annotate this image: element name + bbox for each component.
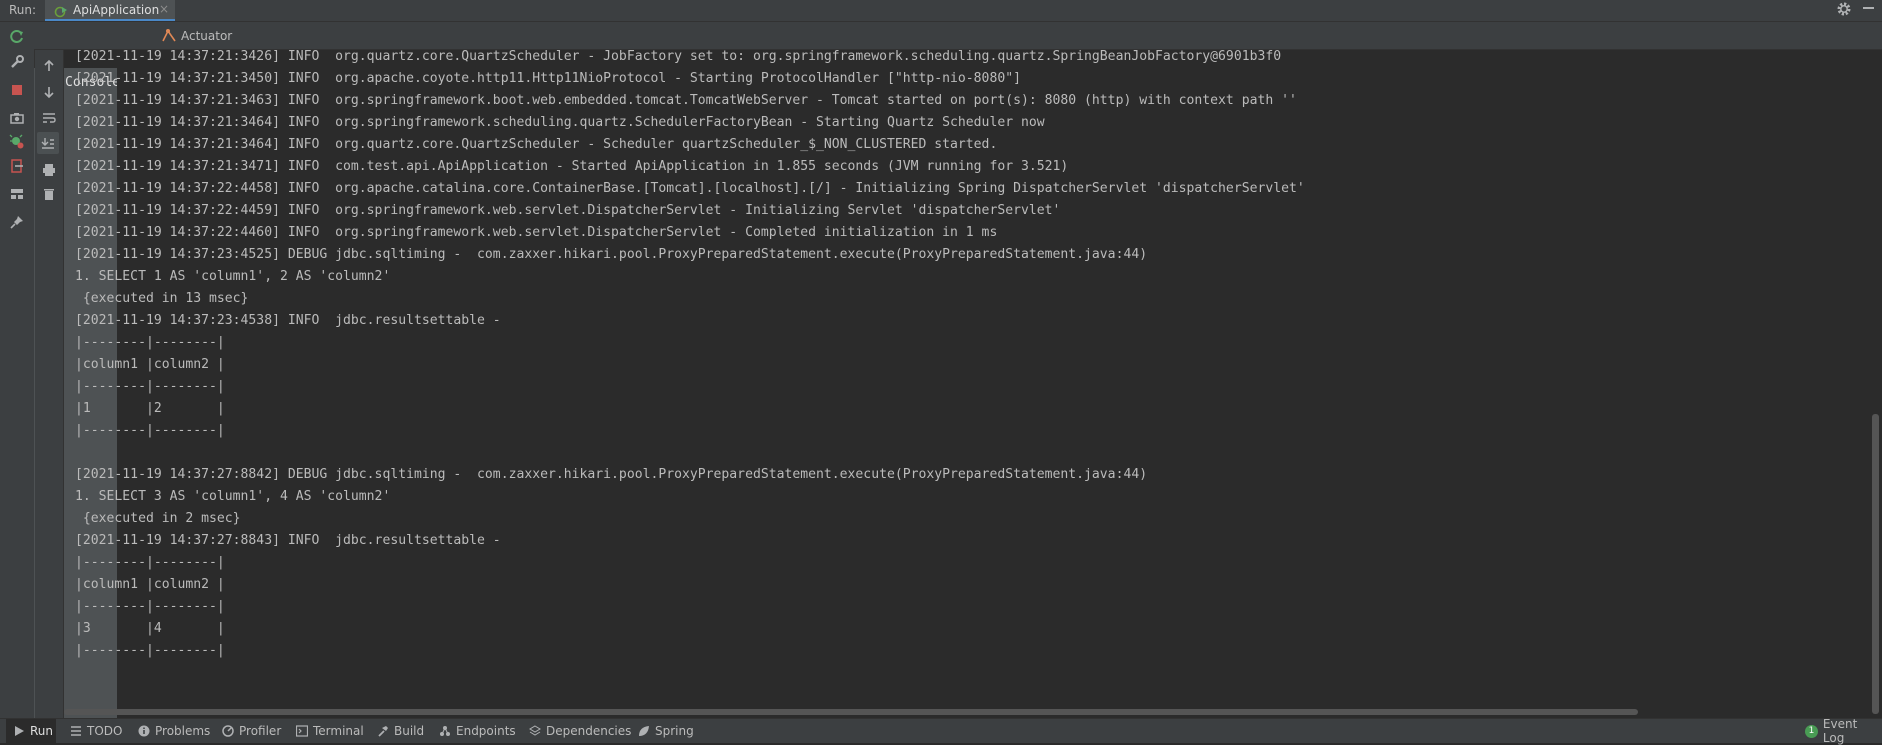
tab-profiler[interactable]: Profiler <box>222 719 281 743</box>
print-icon[interactable] <box>39 160 59 180</box>
tab-profiler-label: Profiler <box>239 724 282 738</box>
tab-run[interactable]: Run <box>6 719 56 743</box>
console-line: {executed in 13 msec} <box>75 291 249 306</box>
console-line: [2021-11-19 14:37:22:4460] INFO org.spri… <box>75 225 998 240</box>
tab-todo-label: TODO <box>87 724 123 738</box>
tab-event-log-label: Event Log <box>1822 717 1858 745</box>
event-log-badge: 1 <box>1805 724 1818 738</box>
console-line: |1 |2 | <box>75 401 225 416</box>
console-line: |3 |4 | <box>75 621 225 636</box>
tab-actuator-label: Actuator <box>181 29 233 43</box>
up-arrow-icon[interactable] <box>39 56 59 76</box>
tab-terminal[interactable]: Terminal <box>296 719 364 743</box>
console-line: [2021-11-19 14:37:22:4459] INFO org.spri… <box>75 203 1061 218</box>
pin-icon[interactable] <box>7 212 27 232</box>
console-line: {executed in 2 msec} <box>75 511 241 526</box>
tab-dependencies[interactable]: Dependencies <box>529 719 631 743</box>
rerun-icon[interactable] <box>7 27 27 47</box>
tab-terminal-label: Terminal <box>313 724 364 738</box>
tab-actuator[interactable]: Actuator <box>126 22 236 49</box>
tab-spring-label: Spring <box>655 724 694 738</box>
spring-leaf-icon <box>639 726 649 736</box>
endpoints-icon <box>440 726 450 736</box>
tab-todo[interactable]: TODO <box>70 719 122 743</box>
console-line: |--------|--------| <box>75 599 225 614</box>
console-line: [2021-11-19 14:37:23:4525] DEBUG jdbc.sq… <box>75 247 1148 262</box>
tab-label: ApiApplication <box>73 3 160 17</box>
scroll-to-end-icon[interactable] <box>37 132 59 154</box>
tab-endpoints-label: Endpoints <box>456 724 516 738</box>
bottom-toolwindow-bar: Run TODO Problems Profiler Terminal Buil… <box>0 717 1882 745</box>
left-toolbar <box>0 22 35 718</box>
stop-icon[interactable] <box>7 80 27 100</box>
console-line: [2021-11-19 14:37:27:8842] DEBUG jdbc.sq… <box>75 467 1148 482</box>
layers-icon <box>529 725 541 736</box>
horizontal-scrollbar[interactable] <box>64 709 1638 715</box>
console-line: [2021-11-19 14:37:23:4538] INFO jdbc.res… <box>75 313 501 328</box>
list-icon <box>71 726 81 736</box>
tab-build[interactable]: Build <box>377 719 424 743</box>
console-toolbar <box>35 50 64 718</box>
tab-event-log[interactable]: 1 Event Log <box>1805 717 1882 745</box>
close-icon[interactable]: × <box>159 2 169 16</box>
run-icon <box>15 726 24 736</box>
trash-icon[interactable] <box>39 184 59 204</box>
minimize-icon[interactable] <box>1863 7 1874 9</box>
console-line: |column1 |column2 | <box>75 577 225 592</box>
tab-problems-label: Problems <box>155 724 211 738</box>
console-line: [2021-11-19 14:37:21:3471] INFO com.test… <box>75 159 1069 174</box>
actuator-icon <box>162 29 176 42</box>
bug-gear-icon[interactable] <box>7 132 27 152</box>
run-toolwindow-header: Run: ApiApplication × <box>0 0 1882 22</box>
camera-icon[interactable] <box>7 108 27 128</box>
console-line: |--------|--------| <box>75 555 225 570</box>
console-text: [2021-11-19 14:37:21:3426] INFO org.quar… <box>64 46 1870 662</box>
terminal-icon <box>296 725 308 737</box>
console-line: |--------|--------| <box>75 643 225 658</box>
layout-icon[interactable] <box>7 184 27 204</box>
console-line: [2021-11-19 14:37:21:3450] INFO org.apac… <box>75 71 1021 86</box>
down-arrow-icon[interactable] <box>39 82 59 102</box>
tab-build-label: Build <box>394 724 425 738</box>
console-line: |--------|--------| <box>75 423 225 438</box>
console-line: |--------|--------| <box>75 335 225 350</box>
tab-endpoints[interactable]: Endpoints <box>439 719 516 743</box>
console-line: [2021-11-19 14:37:22:4458] INFO org.apac… <box>75 181 1305 196</box>
gear-icon[interactable] <box>1836 1 1852 17</box>
wrench-icon[interactable] <box>7 52 27 72</box>
tab-spring[interactable]: Spring <box>638 719 694 743</box>
console-line: [2021-11-19 14:37:21:3464] INFO org.quar… <box>75 137 998 152</box>
tab-api-application[interactable]: ApiApplication × <box>45 0 175 21</box>
console-line: |--------|--------| <box>75 379 225 394</box>
console-line: [2021-11-19 14:37:27:8843] INFO jdbc.res… <box>75 533 501 548</box>
console-line: |column1 |column2 | <box>75 357 225 372</box>
hammer-icon <box>378 726 388 737</box>
console-output[interactable]: [2021-11-19 14:37:21:3426] INFO org.quar… <box>64 46 1870 712</box>
run-label: Run: <box>9 3 37 17</box>
info-icon <box>138 725 150 737</box>
tab-run-label: Run <box>30 724 54 738</box>
spring-boot-run-icon <box>54 6 67 18</box>
console-line: [2021-11-19 14:37:21:3463] INFO org.spri… <box>75 93 1297 108</box>
vertical-scrollbar[interactable] <box>1872 414 1879 714</box>
tab-dependencies-label: Dependencies <box>546 724 632 738</box>
console-line: [2021-11-19 14:37:21:3426] INFO org.quar… <box>75 49 1282 64</box>
profiler-icon <box>222 725 234 737</box>
console-line: 1. SELECT 3 AS 'column1', 4 AS 'column2' <box>75 489 391 504</box>
console-line: [2021-11-19 14:37:21:3464] INFO org.spri… <box>75 115 1045 130</box>
exit-icon[interactable] <box>7 156 27 176</box>
tab-problems[interactable]: Problems <box>138 719 210 743</box>
console-line: 1. SELECT 1 AS 'column1', 2 AS 'column2' <box>75 269 391 284</box>
soft-wrap-icon[interactable] <box>39 108 59 128</box>
